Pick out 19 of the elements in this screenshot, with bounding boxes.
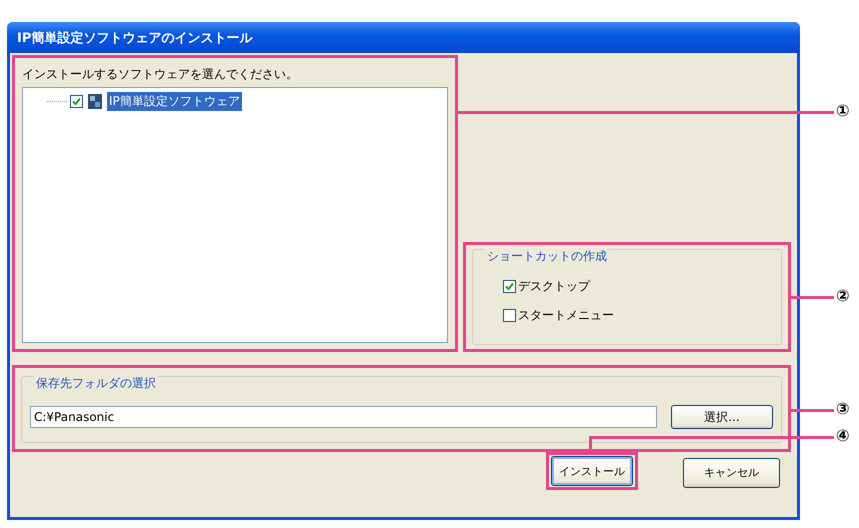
checkbox-label[interactable]: スタートメニュー: [518, 307, 614, 324]
browse-button[interactable]: 選択...: [670, 405, 773, 429]
group-legend: ショートカットの作成: [485, 248, 609, 265]
callout-number: ④: [836, 426, 850, 445]
checkbox[interactable]: [503, 280, 516, 293]
window-title: IP簡単設定ソフトウェアのインストール: [17, 30, 252, 46]
instruction-label: インストールするソフトウェアを選んでください。: [22, 66, 299, 83]
checkbox[interactable]: [503, 309, 516, 322]
checkbox-label[interactable]: デスクトップ: [518, 278, 590, 295]
callout-number: ③: [836, 399, 850, 418]
tree-item[interactable]: IP簡単設定ソフトウェア: [107, 92, 242, 111]
callout-number: ①: [836, 101, 850, 120]
app-icon: [88, 94, 102, 109]
install-button[interactable]: インストール: [551, 456, 633, 486]
group-legend: 保存先フォルダの選択: [34, 375, 158, 392]
checkbox[interactable]: [70, 95, 83, 108]
cancel-button[interactable]: キャンセル: [683, 458, 780, 488]
callout-number: ②: [836, 286, 850, 305]
folder-path-field[interactable]: C:¥Panasonic: [30, 406, 657, 428]
